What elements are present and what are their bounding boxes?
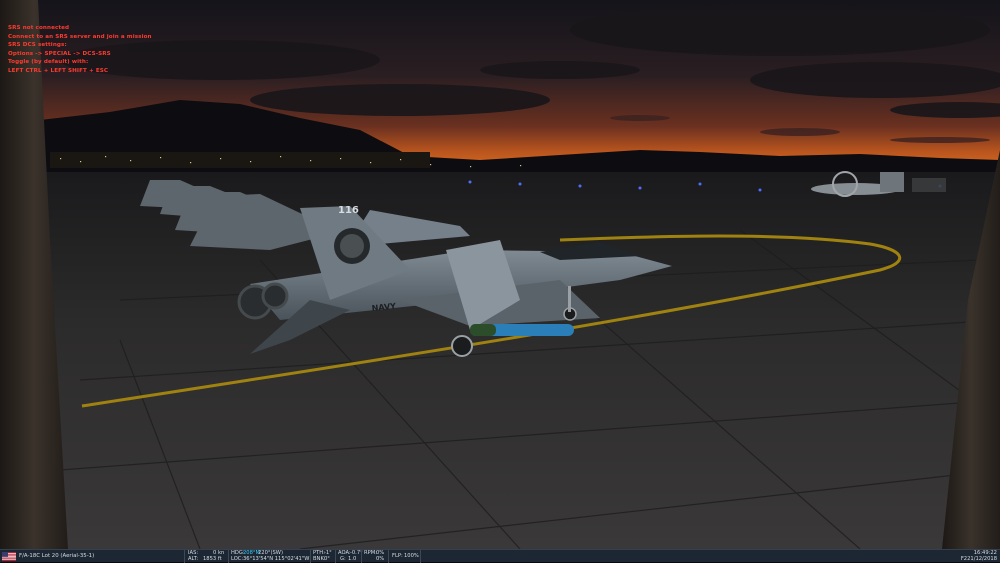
flp-value: 100% [404, 553, 419, 559]
srs-message-line: Toggle (by default) with: [8, 59, 89, 66]
srs-message-line: Options -> SPECIAL -> DCS-SRS [8, 50, 111, 57]
srs-message-line: Connect to an SRS server and join a miss… [8, 33, 152, 40]
srs-message-line: SRS not connected [8, 25, 70, 31]
game-scene: 116 NAVY [0, 0, 1000, 549]
srs-message-line: SRS DCS settings: [8, 42, 67, 49]
srs-message-line: LEFT CTRL + LEFT SHIFT + ESC [8, 67, 109, 74]
tarmac [0, 172, 1000, 549]
main-landing-gear [451, 335, 473, 357]
flight-info-status-bar: F/A-18C Lot 20 (Aerial-35-1) IAS: 0 kn A… [0, 549, 1000, 563]
tail-number: 116 [338, 205, 359, 216]
usa-flag-icon [2, 552, 16, 561]
srs-status-message: SRS not connected Connect to an SRS serv… [8, 24, 152, 76]
flp-label: FLP: [392, 553, 403, 559]
unit-name: F/A-18C Lot 20 (Aerial-35-1) [19, 552, 95, 559]
city-lights [50, 152, 430, 168]
